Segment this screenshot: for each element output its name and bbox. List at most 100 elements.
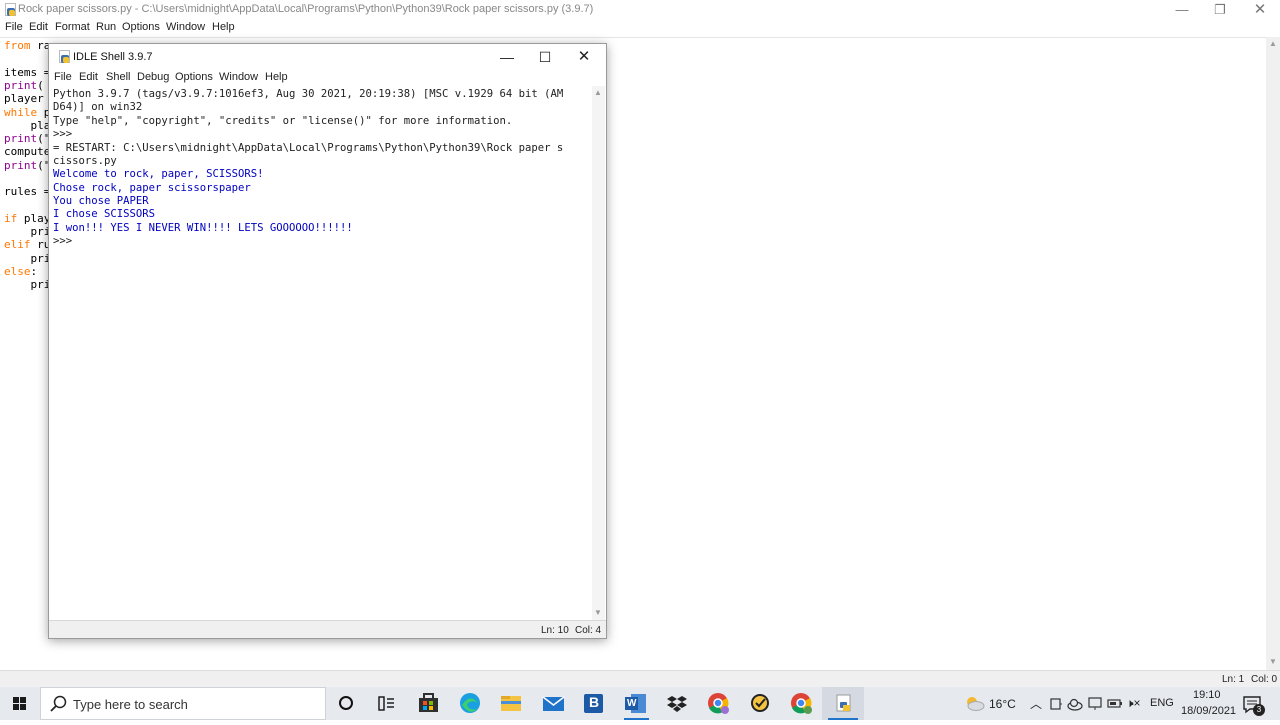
code-line: pri [4,278,51,291]
python-idle-icon [836,694,851,712]
shell-vertical-scrollbar[interactable]: ▲ ▼ [592,86,605,620]
notification-count-badge: 3 [1253,704,1265,716]
shell-menu-window[interactable]: Window [219,71,258,83]
shell-titlebar[interactable]: IDLE Shell 3.9.7 — ☐ ✕ [49,44,606,70]
cortana-button[interactable] [326,687,367,720]
show-hidden-icons-chevron-icon[interactable]: ︿ [1030,695,1042,712]
windows-taskbar: Type here to search B W 16°C ︿ 🕨× ENG 19… [0,687,1280,720]
shell-menu-options[interactable]: Options [175,71,213,83]
word-icon [625,694,646,713]
bookings-letter: B [589,694,600,710]
shell-menu-edit[interactable]: Edit [79,71,98,83]
shell-output-area[interactable]: Python 3.9.7 (tags/v3.9.7:1016ef3, Aug 3… [49,86,592,620]
shell-line: Type "help", "copyright", "credits" or "… [53,115,513,127]
code-line: from ra [4,39,51,52]
shell-status-line: Ln: 10 [541,625,569,636]
task-view-icon [378,696,394,711]
idle-shell-window[interactable]: IDLE Shell 3.9.7 — ☐ ✕ File Edit Shell D… [48,43,607,639]
editor-menubar: File Edit Format Run Options Window Help [0,20,1280,36]
editor-vertical-scrollbar[interactable]: ▲ ▼ [1266,37,1280,670]
network-icon[interactable] [1087,696,1103,711]
editor-titlebar: Rock paper scissors.py - C:\Users\midnig… [0,0,1280,20]
shell-prompt: >>> [53,235,73,247]
code-line: pri [4,225,51,238]
shell-output-line: I chose SCISSORS [53,208,156,220]
speaker-muted-icon[interactable]: 🕨× [1126,696,1141,711]
shell-line: cissors.py [53,155,117,167]
battery-icon[interactable] [1107,698,1123,710]
device-icon[interactable] [1049,697,1063,711]
code-line: items = [4,66,51,79]
scroll-up-icon[interactable]: ▲ [594,88,602,97]
scroll-down-icon[interactable]: ▼ [594,608,602,617]
search-icon [50,695,67,712]
editor-maximize-button[interactable]: ❐ [1200,0,1240,20]
chrome-browser-icon [791,693,812,714]
shell-close-button[interactable]: ✕ [564,44,604,70]
clock-date[interactable]: 18/09/2021 [1181,705,1236,717]
editor-menu-help[interactable]: Help [212,21,235,33]
code-line: pla [4,119,51,132]
editor-menu-edit[interactable]: Edit [29,21,48,33]
shell-output-line: You chose PAPER [53,195,149,207]
idle-file-icon [3,3,16,16]
cortana-circle-icon [339,696,353,710]
editor-menu-run[interactable]: Run [96,21,116,33]
code-line: print( [4,79,44,92]
weather-partly-sunny-icon[interactable] [963,693,985,713]
onedrive-cloud-icon[interactable] [1067,697,1083,711]
input-language[interactable]: ENG [1150,697,1174,709]
shell-window-title: IDLE Shell 3.9.7 [73,51,153,63]
shell-menu-shell[interactable]: Shell [106,71,130,83]
shell-menubar: File Edit Shell Debug Options Window Hel… [49,70,606,86]
code-line: rules = [4,185,51,198]
shell-maximize-button[interactable]: ☐ [525,44,565,70]
taskbar-edge-app[interactable] [450,687,491,720]
editor-window-title: Rock paper scissors.py - C:\Users\midnig… [18,3,594,15]
taskbar-chrome-app-2[interactable] [781,687,822,720]
taskbar-mail-app[interactable] [533,687,574,720]
shell-menu-help[interactable]: Help [265,71,288,83]
mail-envelope-icon [542,696,565,711]
editor-minimize-button[interactable]: — [1162,0,1202,20]
taskbar-file-explorer-app[interactable] [491,687,532,720]
taskbar-dropbox-app[interactable] [657,687,698,720]
shell-output-line: Chose rock, paper scissorspaper [53,182,251,194]
task-view-button[interactable] [366,687,407,720]
shell-line: = RESTART: C:\Users\midnight\AppData\Loc… [53,142,564,154]
idle-shell-icon [57,50,70,63]
clock-time[interactable]: 19:10 [1193,689,1221,701]
taskbar-word-app[interactable]: W [616,687,657,720]
taskbar-bookings-app[interactable]: B [574,687,615,720]
editor-menu-window[interactable]: Window [166,21,205,33]
shell-minimize-button[interactable]: — [487,44,527,70]
taskbar-chrome-app[interactable] [698,687,739,720]
weather-temperature[interactable]: 16°C [989,697,1016,711]
scroll-down-icon[interactable]: ▼ [1269,657,1277,666]
code-line: compute [4,145,51,158]
shell-output-line: Welcome to rock, paper, SCISSORS! [53,168,264,180]
edge-browser-icon [460,693,480,713]
editor-close-button[interactable]: ✕ [1240,0,1280,20]
scroll-up-icon[interactable]: ▲ [1269,39,1277,48]
dropbox-icon [667,696,687,712]
shell-output-line: I won!!! YES I NEVER WIN!!!! LETS GOOOOO… [53,222,353,234]
code-line: if play [4,212,51,225]
shell-line: Python 3.9.7 (tags/v3.9.7:1016ef3, Aug 3… [53,88,564,100]
shell-menu-file[interactable]: File [54,71,72,83]
shell-menu-debug[interactable]: Debug [137,71,169,83]
folder-icon [501,696,521,711]
shell-line: D64)] on win32 [53,101,143,113]
search-placeholder: Type here to search [73,697,188,712]
editor-menu-file[interactable]: File [5,21,23,33]
taskbar-norton-app[interactable] [740,687,781,720]
start-button[interactable] [0,687,40,720]
taskbar-idle-app[interactable] [822,687,864,720]
taskbar-search-box[interactable]: Type here to search [40,687,326,720]
editor-menu-options[interactable]: Options [122,21,160,33]
shell-prompt: >>> [53,128,73,140]
taskbar-store-app[interactable] [408,687,449,720]
code-line: print(" [4,159,51,172]
shell-status-col: Col: 4 [575,625,602,636]
editor-menu-format[interactable]: Format [55,21,90,33]
